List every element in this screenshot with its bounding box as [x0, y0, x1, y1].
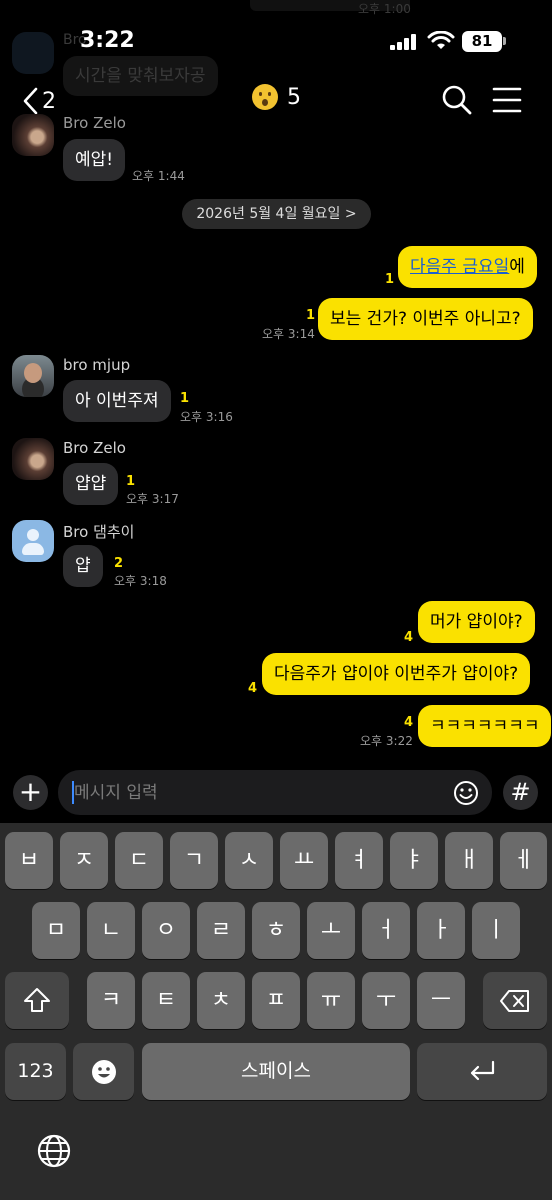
key[interactable]: ㅠ — [307, 972, 355, 1029]
sender-name: Bro Zelo — [63, 114, 126, 132]
status-bar: 오후 1:00 Bro 시간을 맞춰보자공 3:22 81 — [0, 0, 552, 96]
menu-icon[interactable] — [492, 86, 522, 114]
key[interactable]: ㅁ — [32, 902, 80, 959]
numbers-key[interactable]: 123 — [5, 1043, 66, 1100]
message-bubble[interactable]: 예압! — [63, 139, 126, 181]
key[interactable]: ㅕ — [335, 832, 383, 889]
key[interactable]: ㅋ — [87, 972, 135, 1029]
key[interactable]: ㅏ — [417, 902, 465, 959]
message-bubble[interactable]: ㅋㅋㅋㅋㅋㅋㅋ — [418, 705, 552, 747]
battery-tip — [503, 37, 506, 45]
wifi-icon — [427, 31, 455, 49]
message-link[interactable]: 다음주 금요일 — [410, 257, 509, 277]
emoji-icon — [91, 1060, 116, 1084]
key[interactable]: ㄹ — [197, 902, 245, 959]
date-divider[interactable]: 2026년 5월 4일 월요일 > — [182, 199, 371, 229]
message-input-bar: + # — [0, 765, 552, 823]
key[interactable]: ㅓ — [362, 902, 410, 959]
avatar[interactable] — [12, 114, 54, 156]
key[interactable]: ㅍ — [252, 972, 300, 1029]
text-caret — [72, 781, 74, 804]
key[interactable]: ㅇ — [142, 902, 190, 959]
message-time: 오후 1:44 — [132, 169, 185, 183]
key[interactable]: ㅈ — [60, 832, 108, 889]
message-time: 오후 3:18 — [114, 574, 167, 588]
key[interactable]: ㄷ — [115, 832, 163, 889]
unread-count: 4 — [248, 681, 258, 696]
unread-count: 1 — [126, 474, 136, 489]
ghost-avatar — [12, 32, 54, 74]
key[interactable]: ㅣ — [472, 902, 520, 959]
message-bubble[interactable]: 다음주가 얍이야 이번주가 얍이야? — [262, 653, 531, 695]
key[interactable]: ㄴ — [87, 902, 135, 959]
key[interactable]: ㅐ — [445, 832, 493, 889]
avatar[interactable] — [12, 438, 54, 480]
chevron-left-icon — [23, 87, 38, 115]
astonished-face-icon — [252, 84, 278, 110]
unread-count: 4 — [404, 715, 414, 730]
key[interactable]: ㅅ — [225, 832, 273, 889]
delete-key[interactable] — [483, 972, 547, 1029]
message-bubble[interactable]: 얍 — [63, 545, 103, 587]
sender-name: bro mjup — [63, 356, 131, 374]
message-time: 오후 3:14 — [262, 327, 315, 341]
back-button[interactable]: 2 — [22, 84, 66, 118]
shift-icon — [24, 988, 50, 1012]
message-bubble[interactable]: 머가 얍이야? — [418, 601, 535, 643]
message-time: 오후 3:16 — [180, 410, 233, 424]
unread-chats-count: 2 — [42, 88, 56, 114]
key[interactable]: ㅗ — [307, 902, 355, 959]
key[interactable]: ㅊ — [197, 972, 245, 1029]
key[interactable]: ㅌ — [142, 972, 190, 1029]
avatar[interactable] — [12, 355, 54, 397]
hashtag-search-icon[interactable]: # — [503, 775, 538, 810]
shift-key[interactable] — [5, 972, 69, 1029]
search-icon[interactable] — [441, 84, 473, 116]
message-bubble[interactable]: 얍얍 — [63, 463, 119, 505]
message-text: 에 — [509, 257, 525, 277]
member-count: 5 — [287, 84, 301, 110]
space-key[interactable]: 스페이스 — [142, 1043, 410, 1100]
key[interactable]: ㅛ — [280, 832, 328, 889]
sender-name: Bro 댐추이 — [63, 523, 135, 541]
key[interactable]: ㅑ — [390, 832, 438, 889]
emoticon-icon[interactable] — [453, 780, 479, 806]
unread-count: 1 — [385, 272, 395, 287]
status-time: 3:22 — [80, 28, 135, 53]
unread-count: 4 — [404, 630, 414, 645]
key[interactable]: ㅔ — [500, 832, 547, 889]
emoji-key[interactable] — [73, 1043, 134, 1100]
battery-icon: 81 — [462, 31, 502, 52]
unread-count: 1 — [180, 391, 190, 406]
message-bubble[interactable]: 아 이번주져 — [63, 380, 171, 422]
return-key[interactable] — [417, 1043, 547, 1100]
message-time: 오후 3:17 — [126, 492, 179, 506]
key[interactable]: ㅎ — [252, 902, 300, 959]
return-icon — [470, 1060, 495, 1081]
ghost-time: 오후 1:00 — [358, 2, 411, 16]
key[interactable]: ㅡ — [417, 972, 465, 1029]
message-time: 오후 3:22 — [360, 734, 413, 748]
message-bubble[interactable]: 보는 건가? 이번주 아니고? — [318, 298, 533, 340]
signal-icon — [390, 34, 420, 50]
default-avatar-icon[interactable] — [12, 520, 54, 562]
key[interactable]: ㅜ — [362, 972, 410, 1029]
plus-icon[interactable]: + — [13, 775, 48, 810]
chat-title[interactable]: 5 — [252, 84, 301, 110]
key[interactable]: ㄱ — [170, 832, 218, 889]
globe-icon[interactable] — [36, 1133, 72, 1169]
backspace-icon — [500, 990, 529, 1012]
key[interactable]: ㅂ — [5, 832, 53, 889]
message-bubble[interactable]: 다음주 금요일에 — [398, 246, 537, 288]
unread-count: 2 — [114, 556, 124, 571]
message-input[interactable] — [58, 770, 492, 815]
sender-name: Bro Zelo — [63, 439, 126, 457]
unread-count: 1 — [306, 308, 316, 323]
